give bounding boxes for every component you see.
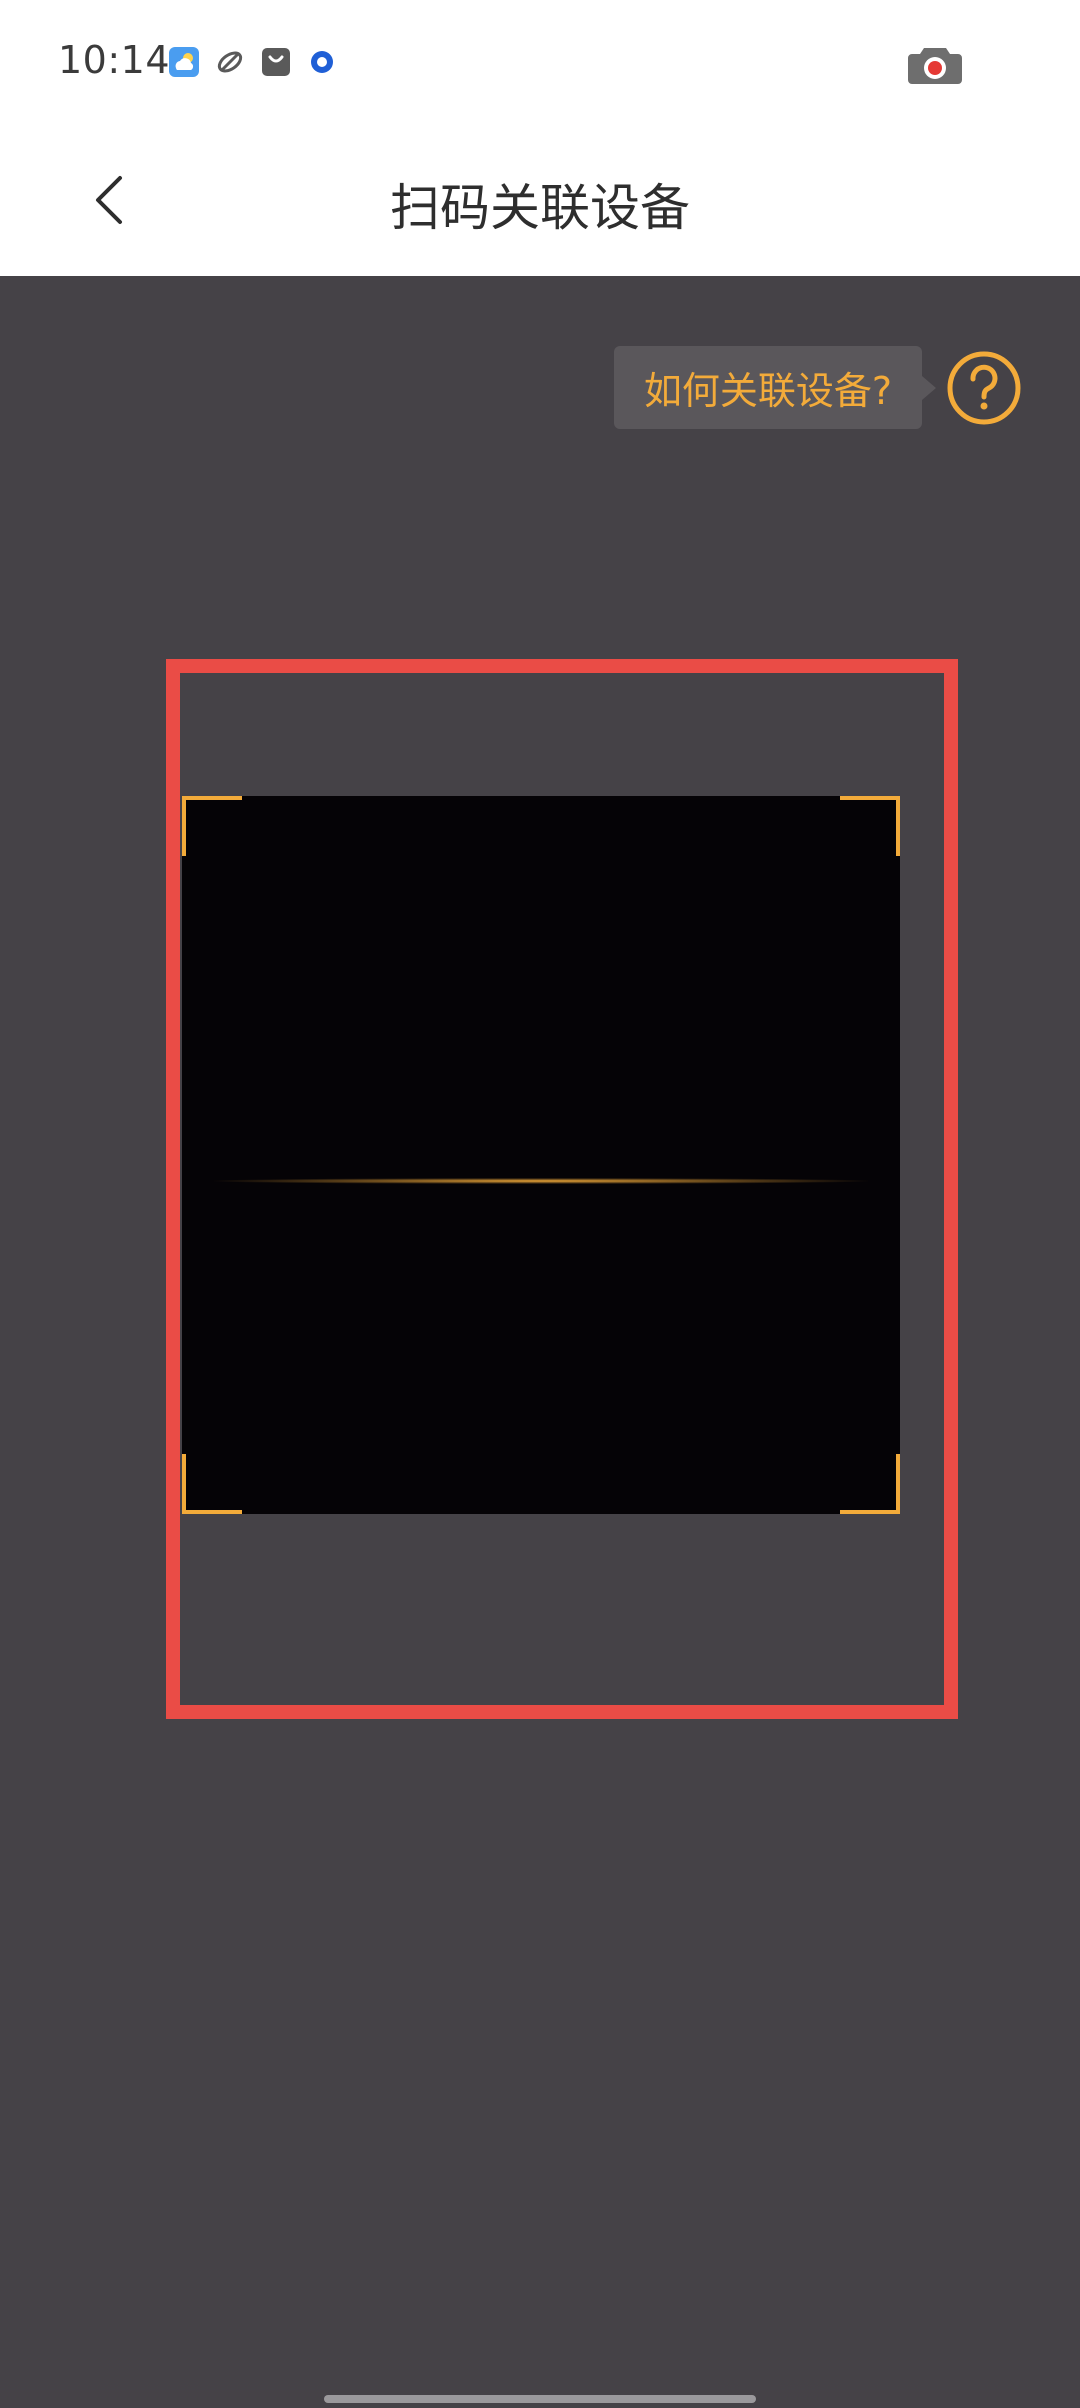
help-bubble[interactable]: 如何关联设备? bbox=[613, 346, 937, 429]
viewfinder-corner-bottom-right bbox=[840, 1454, 900, 1514]
qr-viewfinder bbox=[182, 796, 900, 1514]
status-bar: 10:14 bbox=[0, 0, 1080, 128]
viewfinder-corner-top-right bbox=[840, 796, 900, 856]
scan-line bbox=[214, 1178, 868, 1184]
notification-icons bbox=[168, 46, 338, 78]
scan-device-screen: 10:14 扫码关联设备 如何关联设备? bbox=[0, 0, 1080, 2408]
page-title: 扫码关联设备 bbox=[390, 179, 690, 237]
viewfinder-corner-bottom-left bbox=[182, 1454, 242, 1514]
home-indicator[interactable] bbox=[324, 2395, 756, 2403]
screen-record-icon bbox=[908, 48, 962, 84]
weather-icon bbox=[169, 47, 199, 77]
viewfinder-corner-top-left bbox=[182, 796, 242, 856]
app-header: 扫码关联设备 bbox=[0, 128, 1080, 276]
question-circle-icon[interactable] bbox=[946, 350, 1022, 426]
scanner-area: 如何关联设备? bbox=[0, 276, 1080, 2408]
help-link[interactable]: 如何关联设备? bbox=[613, 346, 1022, 429]
sync-icon bbox=[217, 51, 243, 73]
shopping-bag-icon bbox=[262, 48, 290, 76]
browser-icon bbox=[311, 51, 333, 73]
status-time: 10:14 bbox=[58, 38, 171, 82]
